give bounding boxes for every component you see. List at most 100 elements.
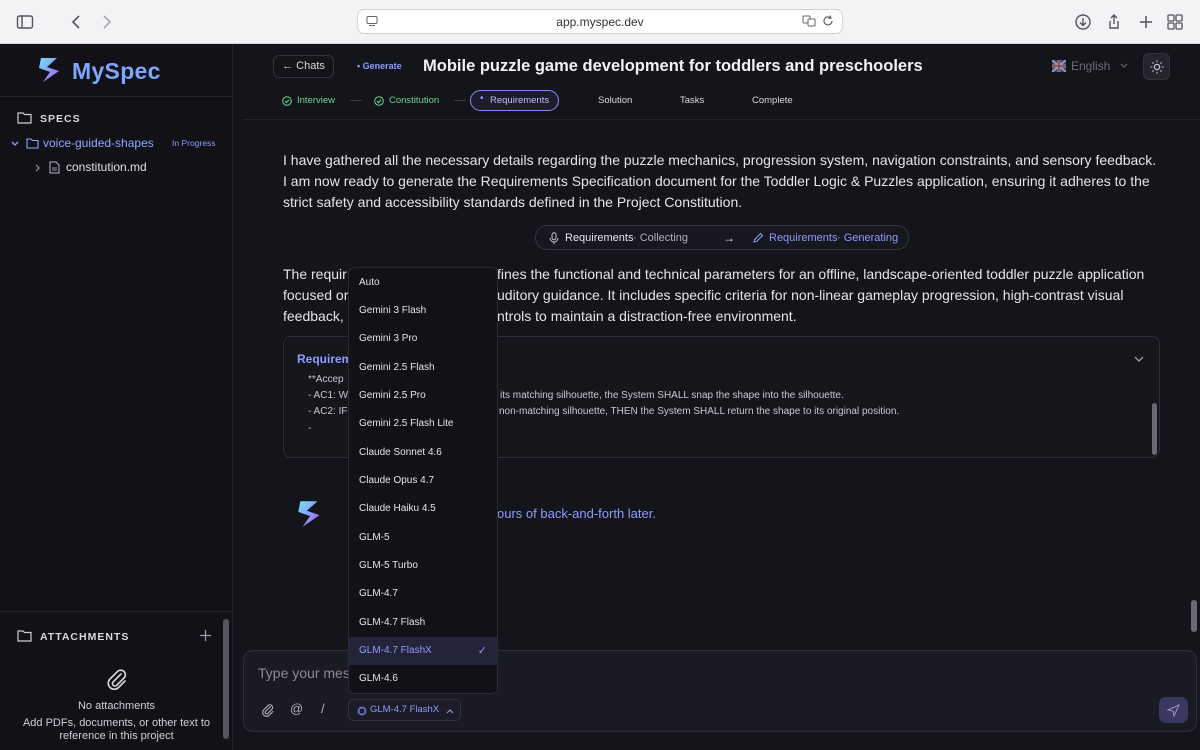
folder-icon [17,112,32,124]
model-select-button[interactable]: GLM-4.7 FlashX [348,699,461,721]
tab-overview-icon[interactable] [1166,13,1184,31]
add-attachment-icon[interactable] [199,629,212,642]
browser-toolbar: app.myspec.dev [0,0,1200,44]
step-solution[interactable]: Solution [598,95,632,106]
sun-icon [1150,60,1164,74]
model-option-gemini-2-5-flash-lite[interactable]: Gemini 2.5 Flash Lite [349,410,497,438]
sidebar-scrollbar[interactable] [223,619,229,739]
step-label: Solution [598,95,633,106]
text-fragment: The requir [283,266,347,282]
chevron-down-icon[interactable] [1134,355,1144,363]
model-option-auto[interactable]: Auto [349,269,497,297]
model-option-gemini-2-5-pro[interactable]: Gemini 2.5 Pro [349,382,497,410]
new-tab-icon[interactable] [1137,13,1155,31]
step-complete[interactable]: Complete [752,95,793,106]
specs-section-title: SPECS [40,113,81,125]
model-option-glm-5[interactable]: GLM-5 [349,524,497,552]
model-label: GLM-4.7 FlashX [370,704,440,715]
share-icon[interactable] [1105,13,1123,31]
card-scrollbar[interactable] [1152,403,1157,455]
file-icon [49,161,60,174]
code-line: - [308,423,312,434]
option-label: GLM-5 Turbo [359,560,418,571]
step-requirements[interactable]: • Requirements [470,90,559,111]
slash-command-button[interactable]: / [321,701,325,716]
translate-icon[interactable] [802,14,816,28]
back-to-chats-button[interactable]: ← Chats [273,55,334,78]
microphone-icon [549,232,559,245]
forward-icon[interactable] [97,13,115,31]
arrow-right-icon: → [723,231,735,245]
check-circle-icon [282,96,292,106]
model-option-gemini-3-flash[interactable]: Gemini 3 Flash [349,297,497,325]
send-button[interactable] [1159,697,1188,723]
send-icon [1167,704,1180,717]
check-icon: ✓ [477,645,487,657]
chevron-up-icon [446,709,454,714]
folder-open-icon [26,138,39,149]
back-icon[interactable] [68,13,86,31]
assistant-message-text: I have gathered all the necessary detail… [283,152,1157,210]
model-option-gemini-2-5-flash[interactable]: Gemini 2.5 Flash [349,354,497,382]
chevron-right-icon [35,164,40,172]
sidebar-toggle-icon[interactable] [16,13,34,31]
model-option-claude-haiku-4-5[interactable]: Claude Haiku 4.5 [349,495,497,523]
assistant-message-snippet: ours of back-and-forth later. [497,506,656,521]
reload-icon[interactable] [821,14,835,28]
option-label: Auto [359,277,380,288]
option-label: Gemini 2.5 Flash [359,362,435,373]
chat-scrollbar[interactable] [1191,600,1197,632]
text-fragment: feedback, [283,308,344,324]
chevron-down-icon [1120,63,1128,68]
model-option-claude-sonnet-4-6[interactable]: Claude Sonnet 4.6 [349,439,497,467]
divider [0,96,233,97]
option-label: GLM-4.7 FlashX [359,645,432,656]
option-label: Claude Sonnet 4.6 [359,447,442,458]
step-constitution[interactable]: Constitution [374,95,439,106]
option-label: Gemini 3 Flash [359,305,427,316]
url-text: app.myspec.dev [556,15,644,29]
pencil-icon [753,232,764,243]
chip-icon [357,706,367,716]
model-option-gemini-3-pro[interactable]: Gemini 3 Pro [349,325,497,353]
model-option-glm-5-turbo[interactable]: GLM-5 Turbo [349,552,497,580]
arrow-left-icon: ← [282,60,294,72]
uk-flag-icon [1052,60,1066,72]
option-label: Gemini 2.5 Flash Lite [359,418,454,429]
attach-file-icon[interactable] [261,703,275,717]
mode-label: Generate [362,61,402,71]
code-line: - AC1: W [308,390,349,401]
language-select[interactable]: English [1043,55,1135,78]
app-logo[interactable]: MySpec [35,54,235,88]
address-bar[interactable]: app.myspec.dev [357,9,843,34]
model-option-claude-opus-4-7[interactable]: Claude Opus 4.7 [349,467,497,495]
option-label: Claude Haiku 4.5 [359,503,436,514]
model-option-glm-4-7[interactable]: GLM-4.7 [349,580,497,608]
option-label: GLM-4.7 [359,588,398,599]
step-label: Interview [297,95,336,106]
option-label: GLM-5 [359,532,390,543]
option-label: GLM-4.7 Flash [359,617,426,628]
logo-icon [39,58,59,82]
chevron-down-icon [11,141,19,146]
theme-toggle-button[interactable] [1143,53,1170,80]
step-connector [454,100,466,101]
text-fragment: fines the functional and technical param… [497,266,1145,282]
step-interview[interactable]: Interview [282,95,335,106]
assistant-avatar-icon [298,501,320,527]
step-label: Requirements [490,95,550,106]
code-line: its matching silhouette, the System SHAL… [500,390,844,401]
step-tasks[interactable]: Tasks [680,95,704,106]
download-icon[interactable] [1074,13,1092,31]
model-option-glm-4-6[interactable]: GLM-4.6 [349,665,497,693]
option-label: Gemini 2.5 Pro [359,390,426,401]
attachments-section-title: ATTACHMENTS [40,631,130,643]
mention-icon[interactable]: @ [290,701,303,716]
step-label: Complete [752,95,793,106]
model-option-glm-4-7-flash[interactable]: GLM-4.7 Flash [349,609,497,637]
attachments-empty-desc-line1: Add PDFs, documents, or other text to [22,717,211,729]
to-phase: Requirements [769,232,838,244]
paperclip-icon [107,669,127,690]
model-option-glm-4-7-flashx[interactable]: GLM-4.7 FlashX ✓ [349,637,497,665]
file-tree-item[interactable]: constitution.md [34,160,224,176]
